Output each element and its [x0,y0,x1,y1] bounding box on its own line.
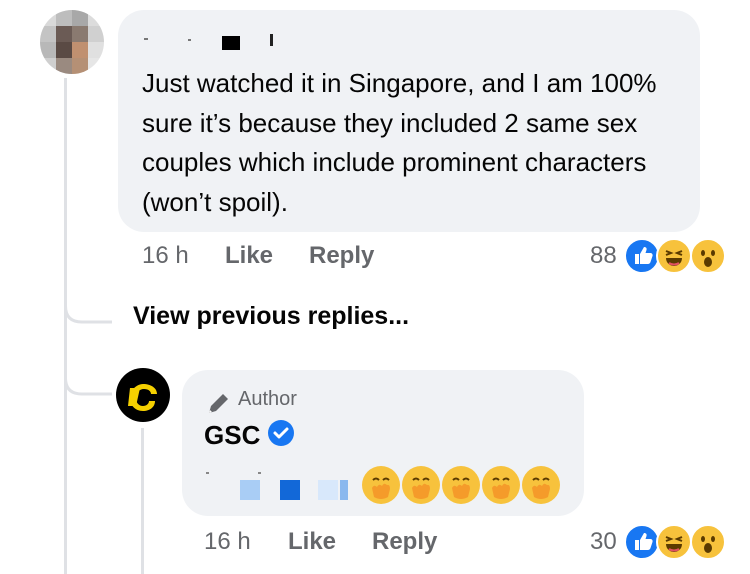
comment-actions: Like [225,242,273,270]
reply-author-name[interactable]: GSC [204,420,260,451]
comment-meta: 16 h [142,242,189,270]
hand-over-mouth-emoji [362,466,400,504]
reply-reply-wrap: Reply [372,528,437,556]
author-badge: Author [238,388,297,410]
hand-over-mouth-emoji [482,466,520,504]
reply-like-wrap: Like [288,528,336,556]
reply-emoji-row [362,466,562,506]
reply-reply-button[interactable]: Reply [372,528,437,555]
haha-icon [656,238,692,274]
comment-text: Just watched it in Singapore, and I am 1… [142,68,657,217]
haha-icon [656,524,692,560]
author-pen-icon [209,394,228,413]
reply-meta: 16 h [204,528,251,556]
comment-reply-button[interactable]: Reply [309,242,374,269]
comment-timestamp[interactable]: 16 h [142,242,189,269]
gsc-logo-avatar[interactable] [116,368,170,422]
like-icon [624,524,660,560]
wow-icon [690,238,726,274]
view-previous-replies-link[interactable]: View previous replies... [133,302,409,331]
comment-reaction-count[interactable]: 88 [590,242,617,270]
commenter-avatar[interactable] [40,10,104,74]
thread-branch-view-previous [64,280,112,324]
hand-over-mouth-emoji [442,466,480,504]
thread-line-reply [141,428,144,574]
comment-like-button[interactable]: Like [225,242,273,269]
wow-icon [690,524,726,560]
thread-branch-reply [64,352,112,396]
comment-reply-wrap: Reply [309,242,374,270]
verified-badge-icon [268,420,294,446]
reply-like-button[interactable]: Like [288,528,336,555]
comment-reactions[interactable] [624,238,728,274]
reply-mention-redacted[interactable] [204,466,354,502]
hand-over-mouth-emoji [402,466,440,504]
hand-over-mouth-emoji [522,466,560,504]
reply-reactions[interactable] [624,524,728,560]
reply-timestamp[interactable]: 16 h [204,528,251,555]
reply-reaction-count[interactable]: 30 [590,528,617,556]
like-icon [624,238,660,274]
